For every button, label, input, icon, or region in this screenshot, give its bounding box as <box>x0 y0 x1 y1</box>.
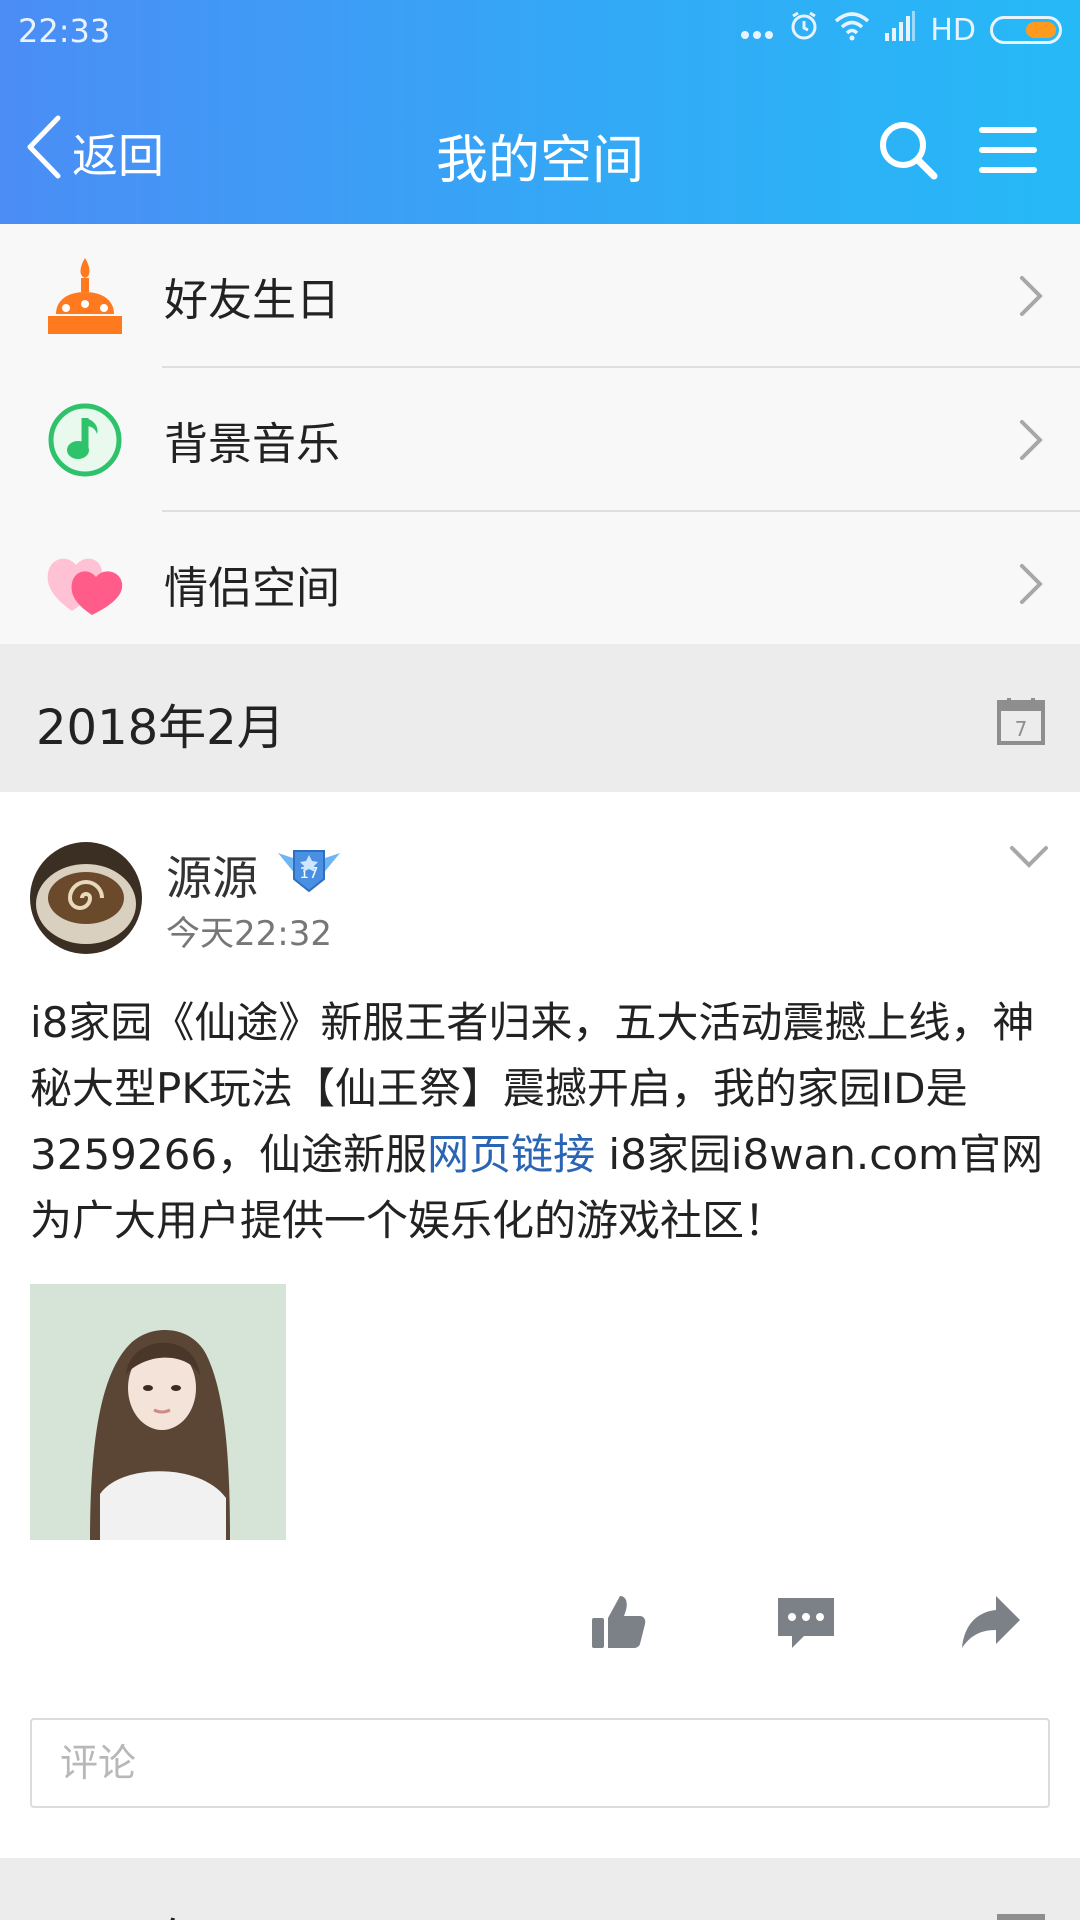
web-link[interactable]: 网页链接 <box>427 1130 595 1179</box>
post-image[interactable] <box>30 1284 286 1540</box>
month-label: 2018年2月 <box>36 700 285 756</box>
birthday-cake-icon <box>42 253 128 339</box>
feature-menu: 好友生日 背景音乐 情侣空间 <box>0 224 1080 656</box>
chevron-down-icon[interactable] <box>1008 844 1050 874</box>
nav-bar: 返回 我的空间 <box>0 88 1080 218</box>
comment-input[interactable] <box>30 1718 1050 1808</box>
chevron-right-icon <box>1018 418 1044 466</box>
author-row: 源源 17 <box>166 842 342 908</box>
calendar-icon[interactable] <box>996 1910 1046 1920</box>
month-header: 2017年9月 <box>0 1858 1080 1920</box>
alarm-icon <box>788 10 820 50</box>
status-time: 22:33 <box>18 12 111 50</box>
post-actions <box>0 1586 1080 1666</box>
status-bar: 22:33 HD <box>0 0 1080 62</box>
battery-icon <box>990 16 1062 44</box>
menu-item-friend-birthday[interactable]: 好友生日 <box>0 224 1080 368</box>
search-icon[interactable] <box>876 118 940 182</box>
share-icon[interactable] <box>958 1590 1022 1654</box>
comment-icon[interactable] <box>774 1590 838 1654</box>
calendar-icon[interactable]: 7 <box>996 696 1046 750</box>
thumbs-up-icon[interactable] <box>586 1590 650 1654</box>
chevron-right-icon <box>1018 562 1044 610</box>
chevron-right-icon <box>1018 274 1044 322</box>
menu-icon[interactable] <box>976 118 1040 182</box>
post-content: i8家园《仙途》新服王者归来，五大活动震撼上线，神秘大型PK玩法【仙王祭】震撼开… <box>30 990 1055 1254</box>
heart-icon <box>42 541 128 627</box>
month-label: 2017年9月 <box>36 1902 285 1920</box>
music-note-icon <box>42 397 128 483</box>
signal-icon <box>884 11 916 49</box>
author-name[interactable]: 源源 <box>166 842 258 908</box>
menu-label: 情侣空间 <box>164 563 340 614</box>
more-dots-icon <box>740 13 774 48</box>
level-badge-icon: 17 <box>276 845 342 906</box>
calendar-day: 7 <box>1015 717 1028 741</box>
month-header: 2018年2月 7 <box>0 644 1080 792</box>
feed-post: 源源 17 今天22:32 i8家园《仙途》新服王者归来，五大活动震撼上线，神秘… <box>0 794 1080 1858</box>
header: 22:33 HD 返回 我的空间 <box>0 0 1080 224</box>
network-type: HD <box>930 12 976 48</box>
status-icons: HD <box>740 10 1062 50</box>
menu-item-couple-space[interactable]: 情侣空间 <box>0 512 1080 656</box>
avatar[interactable] <box>30 842 142 954</box>
menu-item-background-music[interactable]: 背景音乐 <box>0 368 1080 512</box>
menu-label: 背景音乐 <box>164 419 340 470</box>
menu-label: 好友生日 <box>164 275 340 326</box>
post-time: 今天22:32 <box>166 914 332 954</box>
wifi-icon <box>834 11 870 49</box>
